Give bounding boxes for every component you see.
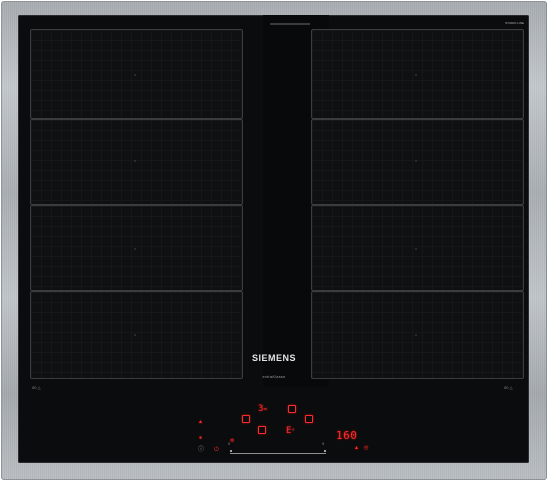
left-power-dot-icon: ● — [199, 435, 203, 441]
left-zone-indicator-icon: ▲ — [198, 419, 203, 425]
zone-right-4 — [311, 291, 524, 379]
zone-right-1 — [311, 29, 524, 119]
brand-logo: SIEMENS — [251, 353, 296, 363]
zone-right-3 — [311, 205, 524, 291]
right-zone-label: 00 △ — [504, 385, 513, 390]
right-zone-front-button[interactable] — [288, 405, 296, 413]
zone-right-2 — [311, 119, 524, 205]
zone-front-left-1 — [30, 29, 243, 119]
slider-label-left: 0 — [228, 441, 231, 446]
left-power-display: 3≈ — [258, 405, 267, 414]
slider-label-right: 9 — [322, 441, 325, 446]
right-power-display: E° — [286, 427, 295, 436]
left-zone-label: 00 △ — [32, 385, 41, 390]
top-indicator-mark — [270, 23, 310, 25]
info-icon[interactable]: ⓘ — [198, 447, 204, 453]
zone-left-4 — [30, 291, 243, 379]
zone-left-2 — [30, 119, 243, 205]
slider-end-tick — [324, 450, 326, 452]
timer-display: 160 — [336, 429, 358, 442]
power-slider-track[interactable] — [230, 453, 326, 454]
left-boost-icon[interactable]: ✲ — [230, 438, 234, 444]
power-icon[interactable]: ⏻ — [214, 447, 219, 453]
zone-left-3 — [30, 205, 243, 291]
right-power-suffix: ° — [291, 428, 296, 435]
ceramic-glass-surface: STUDIO LINE SIEMENS extraKlasse 00 △ 00 … — [18, 15, 529, 463]
left-zone-rear-button[interactable] — [258, 426, 266, 434]
left-zone-select-button[interactable] — [242, 415, 250, 423]
left-power-suffix: ≈ — [263, 406, 268, 413]
lock-icon[interactable]: ▲ — [354, 445, 359, 451]
slider-start-tick — [230, 450, 232, 452]
sub-brand-label: extraKlasse — [262, 374, 286, 379]
timer-icon[interactable]: ◴ — [364, 445, 368, 451]
right-zone-select-button[interactable] — [305, 415, 313, 423]
studio-line-logo: STUDIO LINE — [505, 21, 524, 25]
